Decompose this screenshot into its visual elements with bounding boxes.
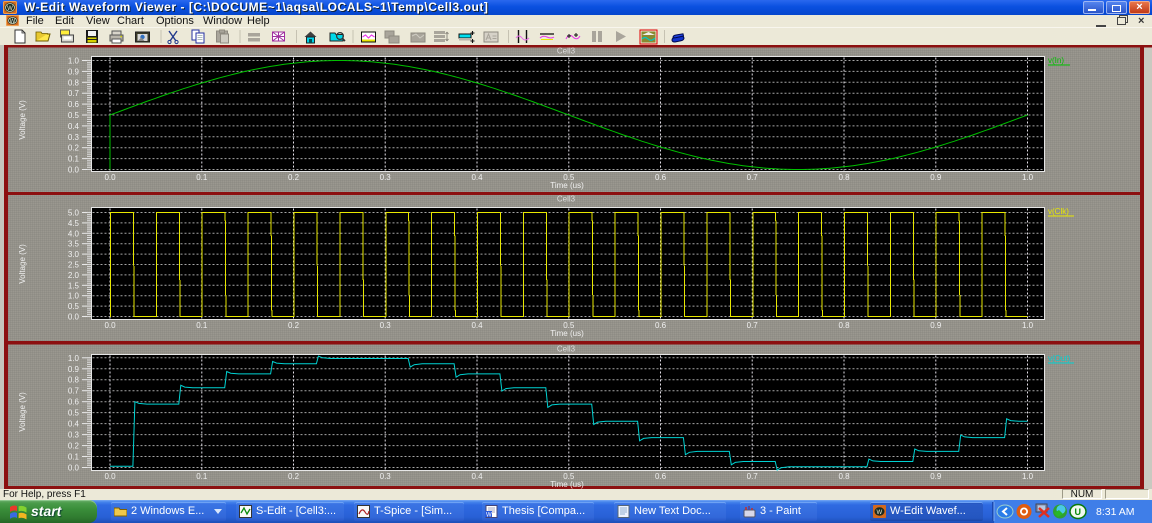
svg-text:0.0: 0.0 — [68, 313, 80, 322]
svg-text:4.5: 4.5 — [68, 219, 80, 228]
svg-text:3.5: 3.5 — [68, 240, 80, 249]
svg-text:0.1: 0.1 — [196, 321, 208, 330]
svg-text:0.7: 0.7 — [747, 321, 759, 330]
svg-text:0.9: 0.9 — [68, 67, 80, 76]
svg-text:0.8: 0.8 — [838, 173, 850, 182]
svg-text:0.1: 0.1 — [196, 472, 208, 481]
svg-text:0.7: 0.7 — [747, 173, 759, 182]
svg-text:0.0: 0.0 — [104, 173, 116, 182]
svg-text:Cell3: Cell3 — [557, 47, 576, 56]
svg-text:0.4: 0.4 — [471, 472, 483, 481]
svg-text:0.7: 0.7 — [68, 387, 80, 396]
svg-text:1.0: 1.0 — [1022, 173, 1034, 182]
svg-text:Cell3: Cell3 — [557, 345, 576, 354]
svg-text:0.8: 0.8 — [68, 376, 80, 385]
svg-text:0.3: 0.3 — [380, 472, 392, 481]
svg-text:0.2: 0.2 — [68, 442, 80, 451]
svg-text:0.6: 0.6 — [68, 100, 80, 109]
svg-text:5.0: 5.0 — [68, 209, 80, 218]
svg-text:Cell3: Cell3 — [557, 195, 576, 204]
svg-text:1.0: 1.0 — [68, 354, 80, 363]
svg-text:1.5: 1.5 — [68, 281, 80, 290]
svg-text:0.2: 0.2 — [288, 173, 300, 182]
svg-text:0.7: 0.7 — [747, 472, 759, 481]
svg-text:0.3: 0.3 — [68, 431, 80, 440]
svg-text:Voltage (V): Voltage (V) — [18, 392, 27, 432]
svg-text:0.7: 0.7 — [68, 89, 80, 98]
svg-text:W: W — [877, 510, 883, 516]
svg-text:0.4: 0.4 — [471, 321, 483, 330]
svg-text:0.8: 0.8 — [838, 472, 850, 481]
svg-text:0.5: 0.5 — [68, 409, 80, 418]
svg-text:0.3: 0.3 — [380, 173, 392, 182]
svg-text:4.0: 4.0 — [68, 229, 80, 238]
svg-text:0.6: 0.6 — [68, 398, 80, 407]
svg-text:Voltage (V): Voltage (V) — [18, 100, 27, 140]
svg-text:0.4: 0.4 — [68, 420, 80, 429]
svg-text:3.0: 3.0 — [68, 250, 80, 259]
svg-text:0.8: 0.8 — [68, 78, 80, 87]
svg-text:0.1: 0.1 — [196, 173, 208, 182]
svg-text:0.0: 0.0 — [104, 321, 116, 330]
svg-text:0.0: 0.0 — [68, 166, 80, 175]
svg-text:0.9: 0.9 — [930, 321, 942, 330]
svg-text:0.9: 0.9 — [68, 365, 80, 374]
svg-text:0.4: 0.4 — [471, 173, 483, 182]
svg-text:0.8: 0.8 — [838, 321, 850, 330]
svg-text:Time (us): Time (us) — [550, 181, 584, 190]
svg-text:2.5: 2.5 — [68, 261, 80, 270]
svg-text:0.1: 0.1 — [68, 155, 80, 164]
svg-text:Time (us): Time (us) — [550, 480, 584, 489]
svg-text:0.6: 0.6 — [655, 321, 667, 330]
svg-text:0.6: 0.6 — [655, 472, 667, 481]
svg-text:0.2: 0.2 — [288, 472, 300, 481]
svg-text:W: W — [486, 513, 492, 519]
svg-text:v(Out): v(Out) — [1048, 354, 1071, 363]
svg-text:1.0: 1.0 — [1022, 321, 1034, 330]
svg-text:1.0: 1.0 — [68, 292, 80, 301]
svg-text:0.2: 0.2 — [288, 321, 300, 330]
svg-text:0.3: 0.3 — [68, 133, 80, 142]
svg-text:0.4: 0.4 — [68, 122, 80, 131]
svg-text:1.0: 1.0 — [68, 57, 80, 66]
svg-text:1.0: 1.0 — [1022, 472, 1034, 481]
svg-text:0.2: 0.2 — [68, 144, 80, 153]
svg-text:U: U — [1075, 507, 1082, 517]
svg-text:v(In): v(In) — [1048, 56, 1064, 65]
svg-text:8:31 AM: 8:31 AM — [1096, 506, 1135, 518]
svg-text:0.9: 0.9 — [930, 472, 942, 481]
svg-text:v(Clk): v(Clk) — [1048, 207, 1069, 216]
svg-text:Voltage (V): Voltage (V) — [18, 244, 27, 284]
svg-text:2.0: 2.0 — [68, 271, 80, 280]
svg-text:0.0: 0.0 — [68, 464, 80, 473]
svg-text:0.9: 0.9 — [930, 173, 942, 182]
svg-text:0.5: 0.5 — [68, 111, 80, 120]
svg-text:Time (us): Time (us) — [550, 329, 584, 338]
svg-text:0.6: 0.6 — [655, 173, 667, 182]
svg-text:0.5: 0.5 — [68, 302, 80, 311]
svg-text:0.1: 0.1 — [68, 453, 80, 462]
svg-text:0.3: 0.3 — [380, 321, 392, 330]
svg-text:0.0: 0.0 — [104, 472, 116, 481]
